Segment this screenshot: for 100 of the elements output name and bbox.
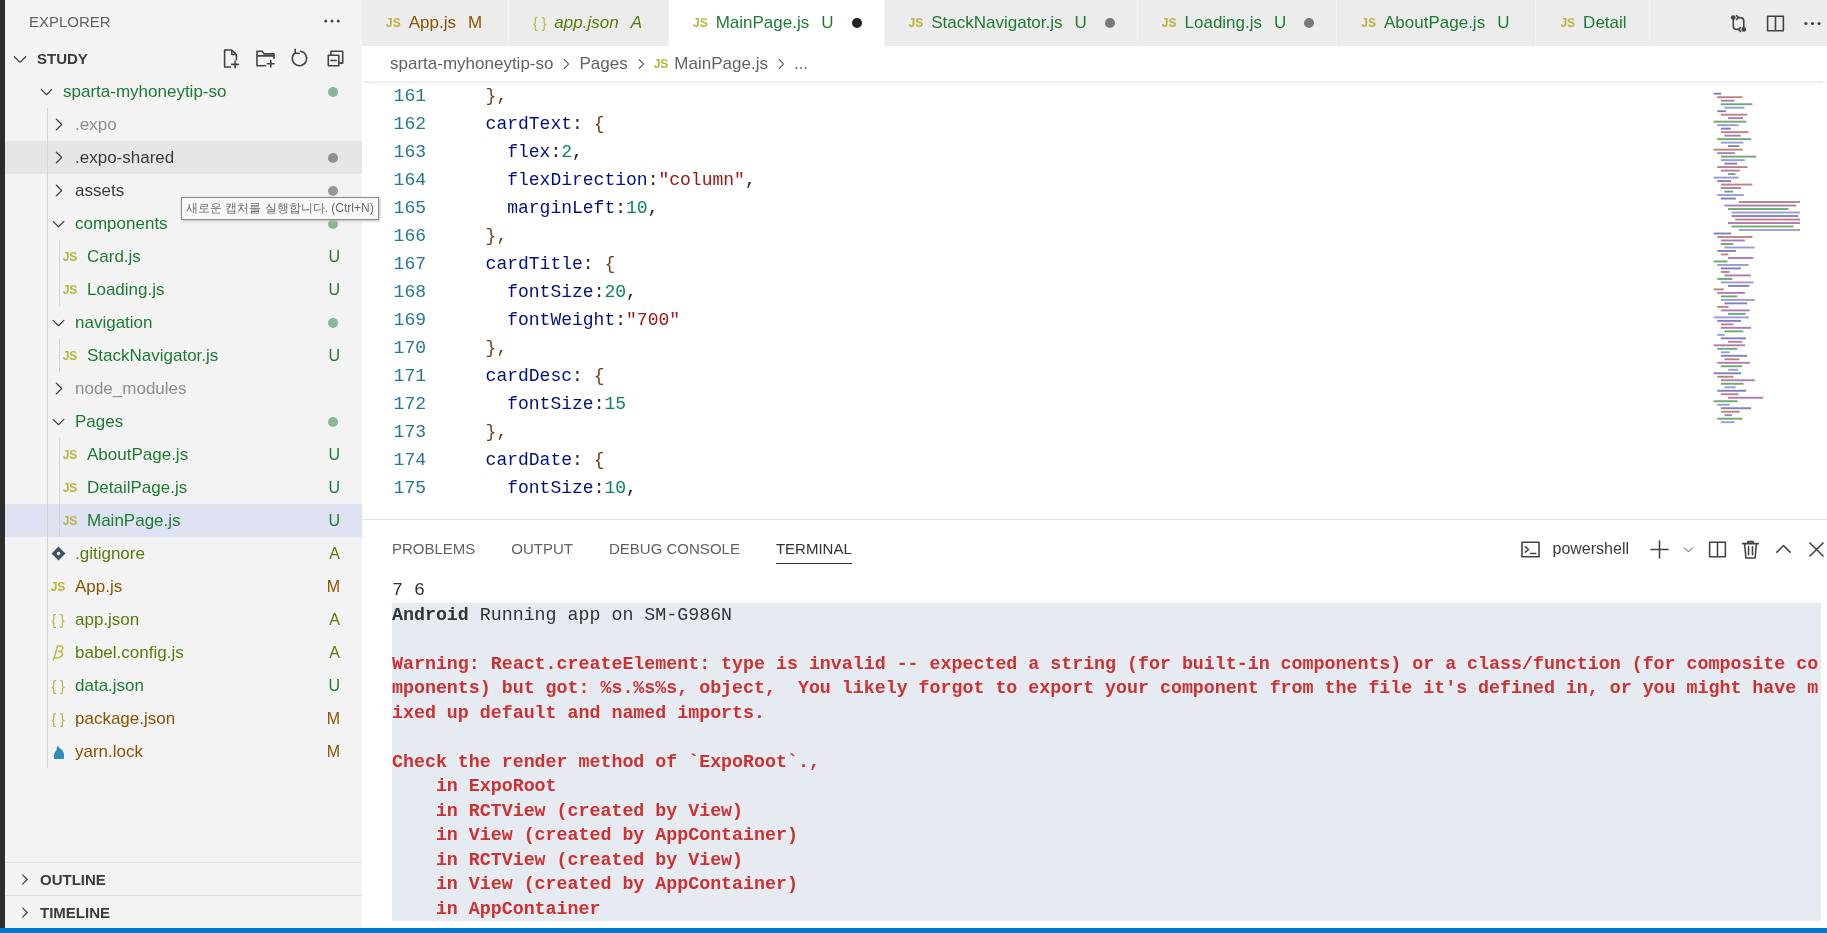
shell-name[interactable]: powershell bbox=[1552, 540, 1629, 558]
editor-tab[interactable]: JS AboutPage.js U bbox=[1337, 0, 1537, 46]
trash-icon[interactable] bbox=[1740, 538, 1761, 560]
git-status: A bbox=[329, 544, 340, 563]
code-line: }, bbox=[484, 422, 508, 442]
line-number: 174 bbox=[392, 450, 426, 470]
file-name: MainPage.js bbox=[87, 510, 181, 531]
panel-tab[interactable]: OUTPUT bbox=[511, 534, 574, 564]
unsaved-dot-icon[interactable] bbox=[1304, 18, 1315, 28]
folder-name: node_modules bbox=[75, 378, 187, 399]
file-tree-item[interactable]: babel.config.js A bbox=[5, 636, 362, 669]
git-status: U bbox=[328, 247, 340, 266]
js-file-icon: JS bbox=[653, 56, 669, 71]
breadcrumb-item[interactable]: MainPage.js bbox=[674, 53, 768, 74]
file-name: babel.config.js bbox=[75, 642, 184, 663]
file-name: DetailPage.js bbox=[87, 477, 188, 498]
file-tree-item[interactable]: JS MainPage.js U bbox=[5, 504, 362, 537]
json-file-icon: { } bbox=[51, 611, 65, 628]
panel-tab[interactable]: TERMINAL bbox=[775, 534, 852, 564]
line-number: 169 bbox=[392, 310, 426, 330]
js-file-icon: JS bbox=[62, 348, 78, 363]
file-tree-item[interactable]: { } data.json U bbox=[5, 669, 362, 702]
file-tree-item[interactable]: navigation bbox=[5, 306, 362, 339]
file-name: data.json bbox=[75, 675, 144, 696]
git-status: U bbox=[328, 478, 340, 497]
compare-icon[interactable] bbox=[1728, 12, 1749, 34]
file-tree-item[interactable]: node_modules bbox=[5, 372, 362, 405]
file-tree-item[interactable]: sparta-myhoneytip-so bbox=[5, 75, 362, 108]
git-status: U bbox=[328, 445, 340, 464]
diamond-icon bbox=[49, 545, 67, 562]
js-file-icon: JS bbox=[62, 480, 78, 495]
file-tree-item[interactable]: JS Card.js U bbox=[5, 240, 362, 273]
split-terminal-icon[interactable] bbox=[1707, 538, 1728, 560]
file-name: App.js bbox=[75, 576, 123, 597]
git-status: U bbox=[328, 280, 340, 299]
editor-tab[interactable]: { } app.json A bbox=[509, 0, 669, 46]
line-number: 175 bbox=[392, 478, 426, 498]
code-line: }, bbox=[484, 338, 508, 358]
editor-tab[interactable]: JS App.js M bbox=[362, 0, 510, 46]
plus-icon[interactable] bbox=[1649, 538, 1670, 560]
git-status: M bbox=[326, 742, 340, 761]
js-file-icon: JS bbox=[62, 513, 78, 528]
js-file-icon: JS bbox=[386, 16, 401, 30]
js-file-icon: JS bbox=[1161, 16, 1177, 30]
code-line: fontSize:15 bbox=[506, 394, 627, 414]
file-tree-item[interactable]: { } app.json A bbox=[5, 603, 362, 636]
unsaved-dot-icon[interactable] bbox=[851, 18, 862, 28]
file-tree-item[interactable]: .expo-shared bbox=[5, 141, 362, 174]
js-file-icon: JS bbox=[693, 16, 708, 30]
panel-tab[interactable]: PROBLEMS bbox=[392, 534, 476, 564]
panel-section-header[interactable]: OUTLINE bbox=[5, 862, 362, 895]
js-file-icon: JS bbox=[1560, 16, 1576, 30]
folder-name: components bbox=[75, 213, 168, 234]
editor-tab[interactable]: JS Loading.js U bbox=[1137, 0, 1338, 46]
panel-tab[interactable]: DEBUG CONSOLE bbox=[609, 534, 740, 564]
file-tree-item[interactable]: .gitignore A bbox=[5, 537, 362, 570]
editor-tab[interactable]: JS StackNavigator.js U bbox=[884, 0, 1138, 46]
git-status: U bbox=[328, 676, 340, 695]
folder-name: navigation bbox=[75, 312, 153, 333]
file-tree-item[interactable]: yarn.lock M bbox=[5, 735, 362, 768]
file-tree-item[interactable]: .expo bbox=[5, 108, 362, 141]
git-status: U bbox=[328, 346, 340, 365]
line-number: 164 bbox=[392, 170, 426, 190]
file-tree-item[interactable]: JS DetailPage.js U bbox=[5, 471, 362, 504]
code-line: flex:2, bbox=[506, 142, 583, 162]
breadcrumb-item[interactable]: Pages bbox=[579, 53, 628, 74]
unsaved-dot-icon[interactable] bbox=[1104, 18, 1115, 28]
git-status: U bbox=[328, 511, 340, 530]
terminal-icon bbox=[1519, 538, 1541, 560]
code-line: cardDate: { bbox=[484, 450, 605, 470]
editor-tab[interactable]: JS Detail bbox=[1536, 0, 1650, 46]
file-name: app.json bbox=[75, 609, 140, 630]
file-name: Loading.js bbox=[87, 279, 165, 300]
breadcrumb-item[interactable]: sparta-myhoneytip-so bbox=[390, 53, 554, 74]
git-status: A bbox=[329, 610, 340, 629]
file-tree-item[interactable]: Pages bbox=[5, 405, 362, 438]
code-line: cardDesc: { bbox=[484, 366, 605, 386]
collapse-all-icon[interactable] bbox=[325, 48, 346, 69]
line-number: 168 bbox=[392, 282, 426, 302]
file-tree-item[interactable]: JS StackNavigator.js U bbox=[5, 339, 362, 372]
file-tree-item[interactable]: JS App.js M bbox=[5, 570, 362, 603]
line-number: 171 bbox=[392, 366, 426, 386]
split-editor-icon[interactable] bbox=[1765, 12, 1786, 34]
folder-name: .expo bbox=[75, 114, 117, 135]
new-folder-icon[interactable] bbox=[255, 48, 276, 69]
js-file-icon: JS bbox=[1361, 16, 1376, 30]
code-line: fontWeight:"700" bbox=[506, 310, 681, 330]
file-tree-item[interactable]: { } package.json M bbox=[5, 702, 362, 735]
js-file-icon: JS bbox=[50, 579, 66, 594]
code-line: fontSize:10, bbox=[506, 478, 637, 498]
js-file-icon: JS bbox=[62, 447, 78, 462]
file-tree-item[interactable]: JS Loading.js U bbox=[5, 273, 362, 306]
code-line: }, bbox=[484, 226, 508, 246]
file-name: yarn.lock bbox=[75, 741, 144, 762]
workspace-title[interactable]: STUDY bbox=[37, 50, 88, 67]
editor-tab[interactable]: JS MainPage.js U bbox=[669, 0, 885, 46]
line-number: 161 bbox=[392, 86, 426, 106]
breadcrumb-item[interactable]: ... bbox=[793, 53, 809, 74]
file-tree-item[interactable]: JS AboutPage.js U bbox=[5, 438, 362, 471]
git-status: M bbox=[326, 709, 340, 728]
